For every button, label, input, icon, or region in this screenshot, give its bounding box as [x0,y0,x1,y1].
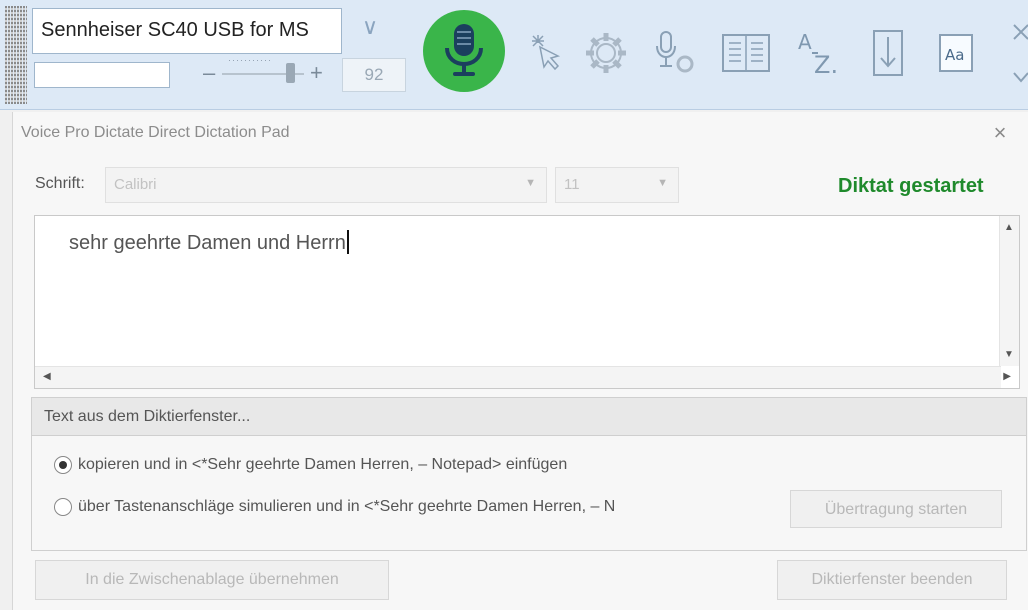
microphone-button[interactable] [423,10,505,92]
group-header: Text aus dem Diktierfenster... [32,398,1026,436]
font-label: Schrift: [35,175,85,192]
volume-up-button[interactable]: + [310,60,323,86]
horizontal-scrollbar[interactable]: ◀ ▶ [35,366,1011,388]
volume-slider-thumb[interactable] [286,63,295,83]
editor-text: sehr geehrte Damen und Herrn [69,232,346,254]
editor-content: sehr geehrte Damen und Herrn [69,230,349,255]
toolbar-grip[interactable] [5,6,27,104]
svg-text:Aa: Aa [945,46,964,64]
transfer-options-group: Text aus dem Diktierfenster... kopieren … [31,397,1027,551]
scroll-right-icon[interactable]: ▶ [1003,371,1011,382]
copy-to-clipboard-button[interactable]: In die Zwischenablage übernehmen [35,560,389,600]
mic-settings-icon[interactable] [646,20,702,86]
font-family-value: Calibri [114,176,157,193]
download-icon[interactable] [860,20,916,86]
cursor-click-icon[interactable] [516,20,572,86]
dictation-status: Diktat gestartet [838,175,984,197]
font-size-select[interactable]: 11 ▼ [555,167,679,203]
scroll-left-icon[interactable]: ◀ [43,371,51,382]
dictation-toolbar: Sennheiser SC40 USB for MS ∨ – ·········… [0,0,1028,110]
dictation-pad-window: Voice Pro Dictate Direct Dictation Pad ×… [12,112,1028,610]
microphone-icon [445,24,483,76]
volume-ticks: ··········· [228,55,272,65]
dropdown-arrow-icon: ▼ [657,177,668,189]
svg-text:A: A [798,30,812,54]
start-transfer-button[interactable]: Übertragung starten [790,490,1002,528]
chevron-down-icon[interactable]: ∨ [350,14,390,54]
option-copy-paste[interactable]: kopieren und in <*Sehr geehrte Damen Her… [54,456,567,474]
radio-selected-icon[interactable] [54,456,72,474]
scroll-down-icon[interactable]: ▼ [1004,349,1014,360]
device-selector[interactable]: Sennheiser SC40 USB for MS [32,8,342,54]
chevron-down-icon[interactable] [1008,62,1028,92]
book-icon[interactable] [718,20,774,86]
window-title: Voice Pro Dictate Direct Dictation Pad [21,124,290,141]
svg-text:Z.: Z. [814,51,838,79]
font-size-value: 11 [564,176,580,193]
text-caret [346,230,349,254]
dropdown-arrow-icon: ▼ [525,177,536,189]
audio-level-meter [34,62,170,88]
vertical-scrollbar[interactable]: ▲ ▼ [999,216,1019,366]
font-family-select[interactable]: Calibri ▼ [105,167,547,203]
radio-unselected-icon[interactable] [54,498,72,516]
volume-down-button[interactable]: – [203,60,215,86]
gear-icon[interactable] [578,20,634,86]
font-icon[interactable]: Aa [928,20,984,86]
close-icon[interactable] [1008,12,1028,52]
dictation-text-area[interactable]: sehr geehrte Damen und Herrn ▲ ▼ ◀ ▶ [34,215,1020,389]
scroll-up-icon[interactable]: ▲ [1004,222,1014,233]
a-z-sort-icon[interactable]: A Z. [790,20,846,86]
option-keystrokes[interactable]: über Tastenanschläge simulieren und in <… [54,498,615,516]
option-copy-label: kopieren und in <*Sehr geehrte Damen Her… [78,456,568,473]
option-keystroke-label: über Tastenanschläge simulieren und in <… [78,498,616,515]
close-dictation-window-button[interactable]: Diktierfenster beenden [777,560,1007,600]
close-icon[interactable]: × [985,118,1015,148]
volume-value: 92 [342,58,406,92]
